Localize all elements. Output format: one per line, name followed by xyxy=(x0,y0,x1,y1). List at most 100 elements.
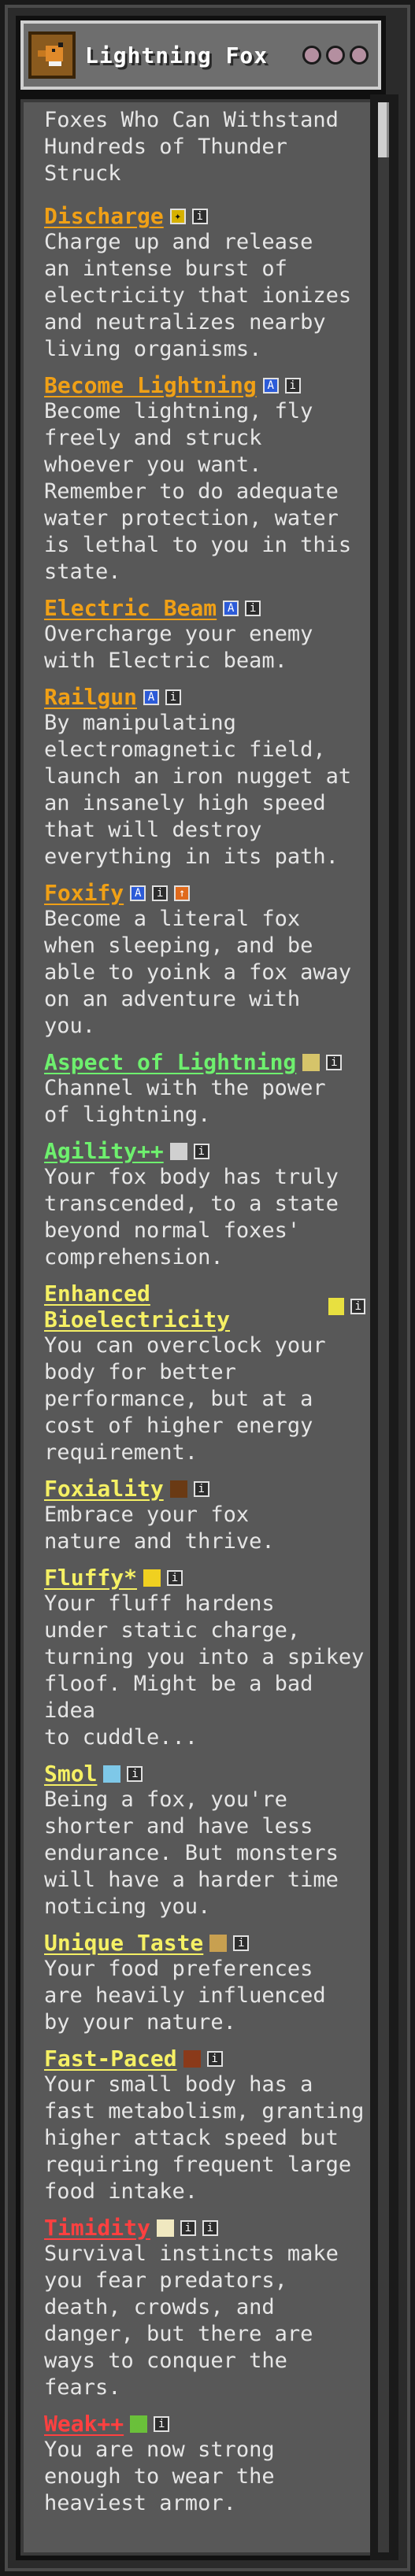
power-header: Weak++ i xyxy=(44,2411,365,2437)
info-icon[interactable]: i xyxy=(191,208,208,224)
active-key-icon: A xyxy=(262,377,279,394)
info-icon[interactable]: i xyxy=(245,600,261,616)
power-item: Unique Taste i Your food preferences are h… xyxy=(44,1930,365,2036)
power-description: Overcharge your enemy with Electric beam… xyxy=(44,622,313,673)
info-icon[interactable]: i xyxy=(165,689,182,705)
info-icon[interactable]: i xyxy=(350,1299,365,1314)
meat-icon xyxy=(183,2049,201,2068)
power-name: Weak++ xyxy=(44,2411,124,2437)
power-item: Fast-Paced i Your small body has a fast me… xyxy=(44,2046,365,2205)
power-item: Aspect of Lightning i Channel with the pow… xyxy=(44,1049,365,1129)
power-description: Survival instincts make you fear predato… xyxy=(44,2242,339,2400)
leaf-icon xyxy=(130,2415,148,2433)
info-icon[interactable]: i xyxy=(152,885,169,901)
info-icon[interactable]: i xyxy=(193,1480,209,1497)
impact-icon xyxy=(326,46,345,65)
power-description: Become lightning, fly freely and struck … xyxy=(44,399,352,584)
powers-list: Discharge ✦ i Charge up and release an inte… xyxy=(44,203,365,2517)
info-icon[interactable]: i xyxy=(127,1765,143,1782)
power-item: Foxify Ai ↑ Become a literal fox when sleep… xyxy=(44,880,365,1040)
info-icon[interactable]: i xyxy=(154,2415,170,2432)
power-description: Your fluff hardens under static charge, … xyxy=(44,1591,365,1750)
power-header: Aspect of Lightning i xyxy=(44,1049,365,1075)
power-description: By manipulating electromagnetic field, l… xyxy=(44,711,352,869)
power-description: Charge up and release an intense burst o… xyxy=(44,230,352,361)
info-icon[interactable]: i xyxy=(202,2219,218,2236)
power-description: You are now strong enough to wear the he… xyxy=(44,2437,275,2515)
power-name: Foxiality xyxy=(44,1476,164,1502)
power-description: Being a fox, you're shorter and have les… xyxy=(44,1787,339,1919)
power-item: Enhanced Bioelectricity i You can overcloc… xyxy=(44,1281,365,1466)
power-description: Your food preferences are heavily influe… xyxy=(44,1957,326,2035)
food-icon xyxy=(209,1934,228,1952)
power-item: Become Lightning Ai Become lightning, fly … xyxy=(44,372,365,586)
power-name: Discharge xyxy=(44,203,164,229)
power-name: Aspect of Lightning xyxy=(44,1049,297,1075)
power-description: Embrace your fox nature and thrive. xyxy=(44,1502,275,1554)
info-icon[interactable]: i xyxy=(167,1569,183,1586)
scroll-thumb[interactable] xyxy=(378,102,389,157)
power-name: Foxify xyxy=(44,880,124,906)
description-panel: Foxes Who Can Withstand Hundreds of Thun… xyxy=(16,94,386,2560)
water-drop-icon xyxy=(103,1765,121,1783)
power-header: Foxify Ai ↑ xyxy=(44,880,365,906)
power-header: Enhanced Bioelectricity i xyxy=(44,1281,365,1332)
toggle-icon: ↑ xyxy=(174,885,191,901)
info-icon[interactable]: i xyxy=(193,1143,209,1159)
scroll-track[interactable] xyxy=(378,102,389,2552)
power-description: Your fox body has truly transcended, to … xyxy=(44,1165,339,1270)
power-item: Fluffy* i Your fluff hardens under static … xyxy=(44,1565,365,1751)
info-icon[interactable]: i xyxy=(206,2050,223,2067)
info-icon[interactable]: i xyxy=(326,1054,343,1070)
info-icon[interactable]: i xyxy=(180,2219,196,2236)
power-name: Railgun xyxy=(44,684,138,710)
power-header: Electric Beam Ai xyxy=(44,595,365,621)
power-name: Timidity xyxy=(44,2215,150,2241)
active-key-icon: A xyxy=(130,885,146,901)
power-header: Railgun Ai xyxy=(44,684,365,710)
info-icon[interactable]: i xyxy=(233,1935,250,1951)
power-item: Discharge ✦ i Charge up and release an inte… xyxy=(44,203,365,363)
power-description: Your small body has a fast metabolism, g… xyxy=(44,2072,365,2204)
battery-icon xyxy=(328,1298,345,1315)
fluff-icon xyxy=(143,1569,161,1587)
title-bar: Lightning Fox xyxy=(16,16,386,94)
active-key-icon: A xyxy=(223,600,239,616)
power-item: Timidity i i Survival instincts make you fe… xyxy=(44,2215,365,2401)
power-name: Fast-Paced xyxy=(44,2046,177,2072)
power-header: Become Lightning Ai xyxy=(44,372,365,398)
power-description: Become a literal fox when sleeping, and … xyxy=(44,907,352,1038)
power-item: Foxiality i Embrace your fox nature and th… xyxy=(44,1476,365,1555)
power-description: Channel with the power of lightning. xyxy=(44,1076,326,1127)
power-name: Enhanced Bioelectricity xyxy=(44,1281,231,1332)
origin-description: Foxes Who Can Withstand Hundreds of Thun… xyxy=(44,108,339,186)
power-header: Smol i xyxy=(44,1761,365,1787)
power-name: Unique Taste xyxy=(44,1930,204,1956)
active-key-icon: A xyxy=(143,689,160,705)
egg-icon xyxy=(156,2219,174,2237)
fox-paw-icon xyxy=(169,1480,187,1498)
power-name: Electric Beam xyxy=(44,595,217,621)
impact-indicators xyxy=(302,46,369,65)
power-item: Weak++ i You are now strong enough to wear… xyxy=(44,2411,365,2517)
power-header: Timidity i i xyxy=(44,2215,365,2241)
scrollbar[interactable] xyxy=(370,94,398,2560)
page-title: Lightning Fox xyxy=(85,42,269,68)
power-name: Agility++ xyxy=(44,1138,164,1164)
fox-emblem-icon xyxy=(28,31,76,79)
info-icon[interactable]: i xyxy=(284,377,301,394)
impact-icon xyxy=(350,46,369,65)
feather-icon xyxy=(169,1142,187,1160)
power-item: Electric Beam Ai Overcharge your enemy wit… xyxy=(44,595,365,674)
wand-icon xyxy=(302,1053,321,1071)
power-header: Discharge ✦ i xyxy=(44,203,365,229)
power-name: Smol xyxy=(44,1761,98,1787)
power-header: Unique Taste i xyxy=(44,1930,365,1956)
power-header: Agility++ i xyxy=(44,1138,365,1164)
power-header: Fast-Paced i xyxy=(44,2046,365,2072)
power-item: Railgun Ai By manipulating electromagnetic… xyxy=(44,684,365,870)
power-description: You can overclock your body for better p… xyxy=(44,1333,326,1465)
power-item: Agility++ i Your fox body has truly transc… xyxy=(44,1138,365,1271)
power-header: Foxiality i xyxy=(44,1476,365,1502)
impact-icon xyxy=(302,46,321,65)
